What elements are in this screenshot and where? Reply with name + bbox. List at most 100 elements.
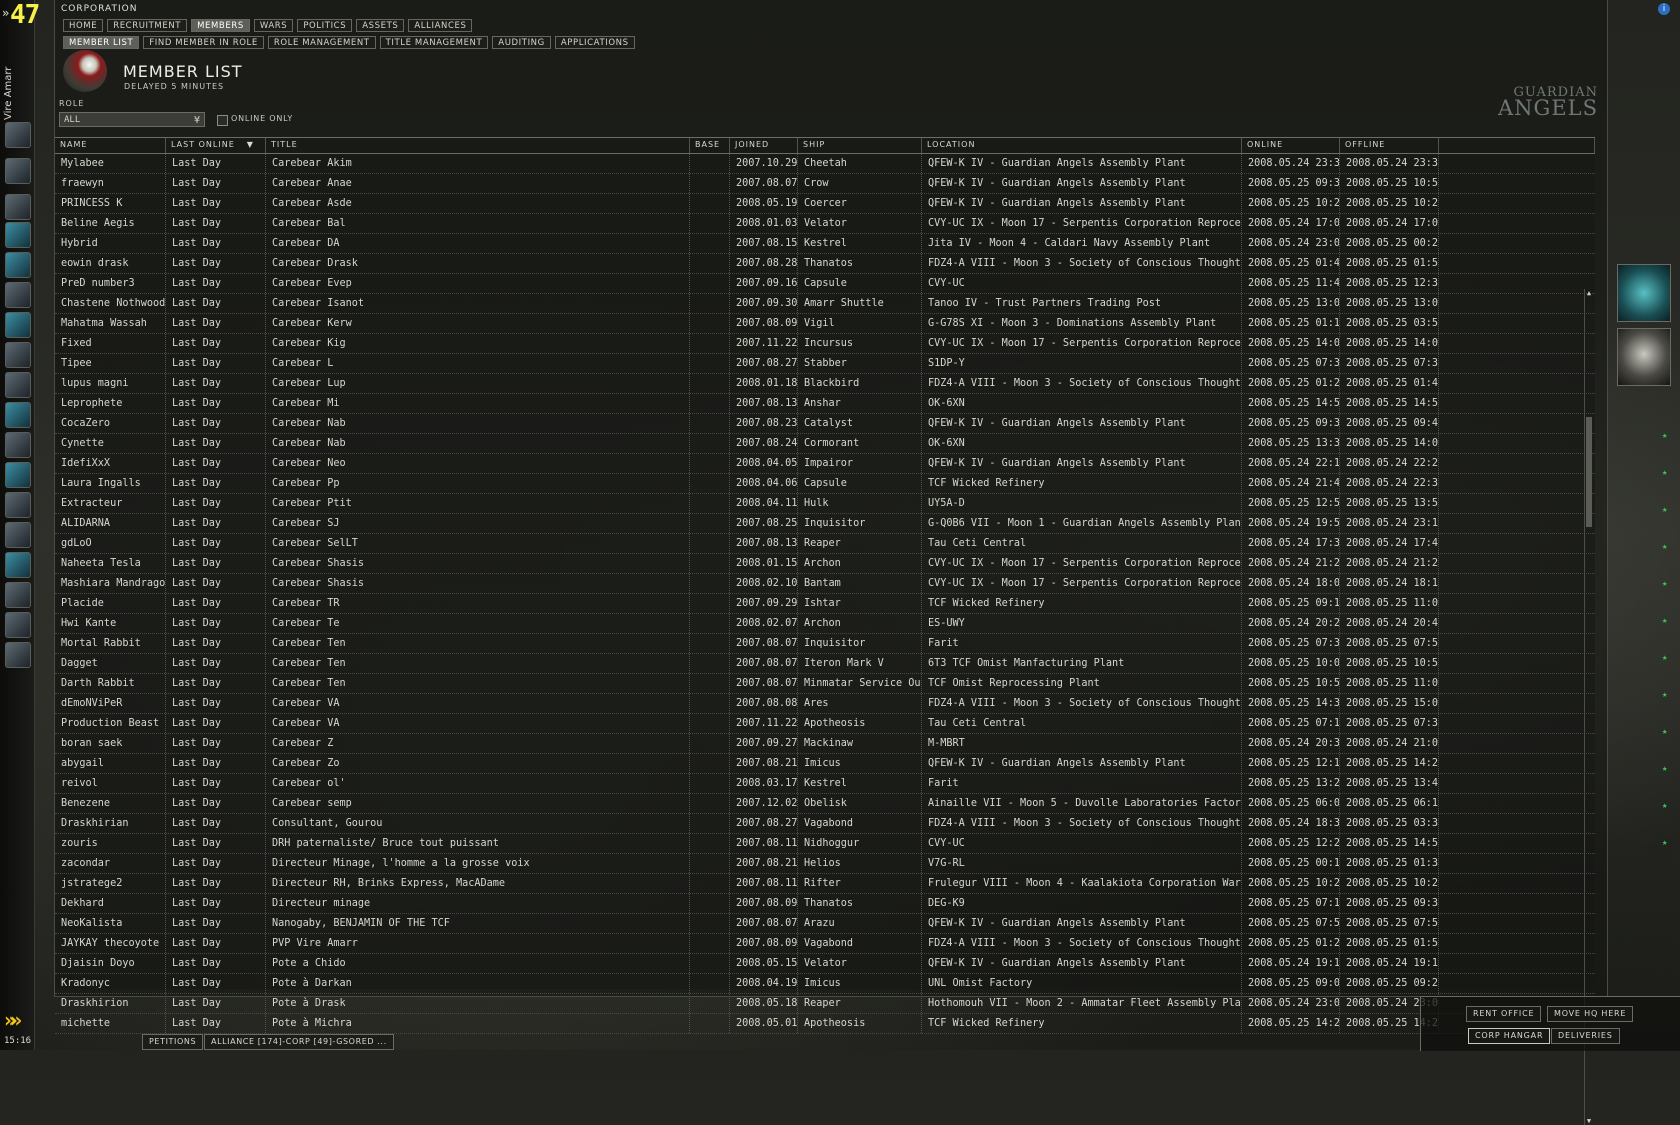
table-row[interactable]: Djaisin Doyo Last Day Pote a Chido 2008.05.… — [55, 954, 1595, 974]
col-location[interactable]: LOCATION — [922, 138, 1242, 153]
table-row[interactable]: reivol Last Day Carebear ol' 2008.03.17 Kest… — [55, 774, 1595, 794]
move-hq-here-button[interactable]: MOVE HQ HERE — [1547, 1006, 1634, 1022]
table-row[interactable]: lupus magni Last Day Carebear Lup 2008.01.1… — [55, 374, 1595, 394]
tab-alliances[interactable]: ALLIANCES — [408, 19, 473, 32]
table-row[interactable]: Mortal Rabbit Last Day Carebear Ten 2007.08… — [55, 634, 1595, 654]
character-portrait[interactable] — [1617, 328, 1671, 386]
table-row[interactable]: Production Beast Last Day Carebear VA 2007.… — [55, 714, 1595, 734]
table-row[interactable]: Cynette Last Day Carebear Nab 2007.08.24 Cor… — [55, 434, 1595, 454]
notepad-icon[interactable] — [5, 222, 31, 248]
table-row[interactable]: Dekhard Last Day Directeur minage 2007.08.0… — [55, 894, 1595, 914]
scroll-down-icon[interactable]: ▼ — [1585, 1117, 1593, 1125]
online-only-label[interactable]: ONLINE ONLY — [231, 114, 293, 123]
table-row[interactable]: dEmoNViPeR Last Day Carebear VA 2007.08.08 A… — [55, 694, 1595, 714]
role-dropdown[interactable]: ALL ¥ — [59, 112, 205, 127]
tab-applications[interactable]: APPLICATIONS — [554, 36, 635, 49]
people-places-icon[interactable] — [5, 158, 31, 184]
tab-member-list[interactable]: MEMBER LIST — [63, 36, 140, 49]
table-row[interactable]: Draskhirian Last Day Consultant, Gourou 200… — [55, 814, 1595, 834]
table-row[interactable]: Placide Last Day Carebear TR 2007.09.29 Isht… — [55, 594, 1595, 614]
market-icon[interactable] — [5, 462, 31, 488]
table-row[interactable]: IdefiXxX Last Day Carebear Neo 2008.04.05 Im… — [55, 454, 1595, 474]
online-only-checkbox[interactable] — [217, 115, 228, 126]
agent-portrait[interactable] — [1617, 264, 1671, 322]
table-row[interactable]: Laura Ingalls Last Day Carebear Pp 2008.04.… — [55, 474, 1595, 494]
taskbar-chat-channel[interactable]: ALLIANCE [174]-CORP [49]-GSORED ... — [204, 1034, 394, 1050]
table-row[interactable]: zacondar Last Day Directeur Minage, l'homm… — [55, 854, 1595, 874]
fitting-icon[interactable] — [5, 372, 31, 398]
tab-home[interactable]: HOME — [63, 19, 104, 32]
table-row[interactable]: Naheeta Tesla Last Day Carebear Shasis 2008… — [55, 554, 1595, 574]
table-row[interactable]: jstratege2 Last Day Directeur RH, Brinks E… — [55, 874, 1595, 894]
table-row[interactable]: Mahatma Wassah Last Day Carebear Kerw 2007.… — [55, 314, 1595, 334]
map-icon[interactable] — [5, 312, 31, 338]
tab-politics[interactable]: POLITICS — [297, 19, 353, 32]
table-row[interactable]: Extracteur Last Day Carebear Ptit 2008.04.1… — [55, 494, 1595, 514]
rent-office-button[interactable]: RENT OFFICE — [1466, 1006, 1542, 1022]
col-online[interactable]: ONLINE — [1242, 138, 1340, 153]
col-joined[interactable]: JOINED — [730, 138, 798, 153]
col-title[interactable]: TITLE — [266, 138, 690, 153]
table-row[interactable]: NeoKalista Last Day Nanogaby, BENJAMIN OF … — [55, 914, 1595, 934]
table-row[interactable]: CocaZero Last Day Carebear Nab 2007.08.23 Ca… — [55, 414, 1595, 434]
col-offline[interactable]: OFFLINE — [1340, 138, 1439, 153]
table-row[interactable]: Mashiara MandragoranLast DayCarebear Sha… — [55, 574, 1595, 594]
tab-role-management[interactable]: ROLE MANAGEMENT — [267, 36, 376, 49]
start-menu-chevron-icon[interactable]: »» — [4, 1008, 22, 1032]
character-sheet-icon[interactable] — [5, 122, 31, 148]
table-row[interactable]: Hwi Kante Last Day Carebear Te 2008.02.07 Ar… — [55, 614, 1595, 634]
table-row[interactable]: Chastene Nothwood Last Day Carebear Isanot… — [55, 294, 1595, 314]
wallet-icon[interactable] — [5, 282, 31, 308]
table-row[interactable]: eowin drask Last Day Carebear Drask 2007.08… — [55, 254, 1595, 274]
corporation-icon[interactable] — [5, 432, 31, 458]
table-row[interactable]: Hybrid Last Day Carebear DA 2007.08.15 Kestr… — [55, 234, 1595, 254]
table-row[interactable]: Leprophete Last Day Carebear Mi 2007.08.13 A… — [55, 394, 1595, 414]
col-name[interactable]: NAME — [55, 138, 166, 153]
contracts-icon[interactable] — [5, 492, 31, 518]
scroll-up-icon[interactable]: ▲ — [1585, 289, 1593, 297]
col-ship[interactable]: SHIP — [798, 138, 922, 153]
hangar-icon[interactable] — [5, 642, 31, 668]
science-industry-icon[interactable] — [5, 402, 31, 428]
tab-wars[interactable]: WARS — [253, 19, 294, 32]
tab-auditing[interactable]: AUDITING — [492, 36, 551, 49]
neocom-expand-icon[interactable]: » — [2, 6, 9, 20]
info-icon[interactable]: i — [1658, 3, 1670, 15]
assets-icon[interactable] — [5, 342, 31, 368]
table-row[interactable]: PRINCESS K Last Day Carebear Asde 2008.05.1… — [55, 194, 1595, 214]
fleet-icon[interactable] — [5, 522, 31, 548]
tab-assets[interactable]: ASSETS — [356, 19, 405, 32]
table-row[interactable]: zouris Last Day DRH paternaliste/ Bruce to… — [55, 834, 1595, 854]
corp-hangar-button[interactable]: CORP HANGAR — [1468, 1028, 1551, 1044]
scroll-thumb[interactable] — [1586, 417, 1592, 527]
table-row[interactable]: Beline Aegis Last Day Carebear Bal 2008.01.… — [55, 214, 1595, 234]
tab-members[interactable]: MEMBERS — [191, 19, 250, 32]
table-row[interactable]: Dagget Last Day Carebear Ten 2007.08.07 Iter… — [55, 654, 1595, 674]
table-row[interactable]: Kradonyc Last Day Pote à Darkan 2008.04.19 I… — [55, 974, 1595, 994]
table-row[interactable]: PreD number3 Last Day Carebear Evep 2007.09… — [55, 274, 1595, 294]
journal-icon[interactable] — [5, 252, 31, 278]
taskbar-petitions[interactable]: PETITIONS — [142, 1034, 204, 1050]
settings-icon[interactable] — [5, 612, 31, 638]
table-row[interactable]: Darth Rabbit Last Day Carebear Ten 2007.08.… — [55, 674, 1595, 694]
tab-recruitment[interactable]: RECRUITMENT — [107, 19, 188, 32]
col-last-online[interactable]: LAST ONLINE ▼ — [166, 138, 266, 153]
table-row[interactable]: boran saek Last Day Carebear Z 2007.09.27 Ma… — [55, 734, 1595, 754]
table-row[interactable]: gdLoO Last Day Carebear SelLT 2007.08.13 Rea… — [55, 534, 1595, 554]
table-row[interactable]: Tipee Last Day Carebear L 2007.08.27 Stabber… — [55, 354, 1595, 374]
mail-icon[interactable] — [5, 194, 31, 220]
table-row[interactable]: fraewyn Last Day Carebear Anae 2007.08.07 Cr… — [55, 174, 1595, 194]
deliveries-button[interactable]: DELIVERIES — [1551, 1028, 1620, 1044]
pilot-name[interactable]: Vire Amarr — [3, 67, 14, 120]
table-row[interactable]: Benezene Last Day Carebear semp 2007.12.02 O… — [55, 794, 1595, 814]
table-row[interactable]: Fixed Last Day Carebear Kig 2007.11.22 Incur… — [55, 334, 1595, 354]
col-base[interactable]: BASE — [690, 138, 730, 153]
table-row[interactable]: Mylabee Last Day Carebear Akim 2007.10.29 Ch… — [55, 154, 1595, 174]
browser-icon[interactable] — [5, 582, 31, 608]
table-row[interactable]: abygail Last Day Carebear Zo 2007.08.21 Imic… — [55, 754, 1595, 774]
table-row[interactable]: michette Last Day Pote à Michra 2008.05.01 A… — [55, 1014, 1595, 1034]
table-row[interactable]: Draskhirion Last Day Pote à Drask 2008.05.1… — [55, 994, 1595, 1014]
table-row[interactable]: ALIDARNA Last Day Carebear SJ 2007.08.25 Inq… — [55, 514, 1595, 534]
tab-find-member-in-role[interactable]: FIND MEMBER IN ROLE — [143, 36, 264, 49]
channels-icon[interactable] — [5, 552, 31, 578]
